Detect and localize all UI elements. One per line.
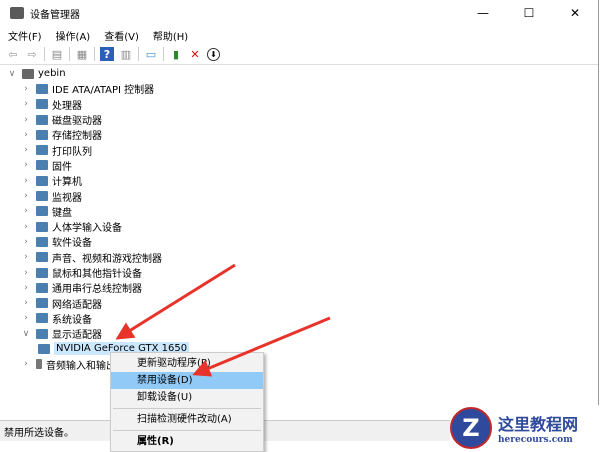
annotation-arrows (115, 263, 331, 377)
site-logo: Z 这里教程网 herecours.com (450, 405, 600, 450)
arrow-to-gpu (115, 263, 236, 340)
arrow-to-disable (192, 316, 331, 377)
logo-z-icon: Z (450, 406, 492, 449)
logo-url: herecours.com (498, 434, 573, 445)
logo-name: 这里教程网 (498, 414, 579, 434)
